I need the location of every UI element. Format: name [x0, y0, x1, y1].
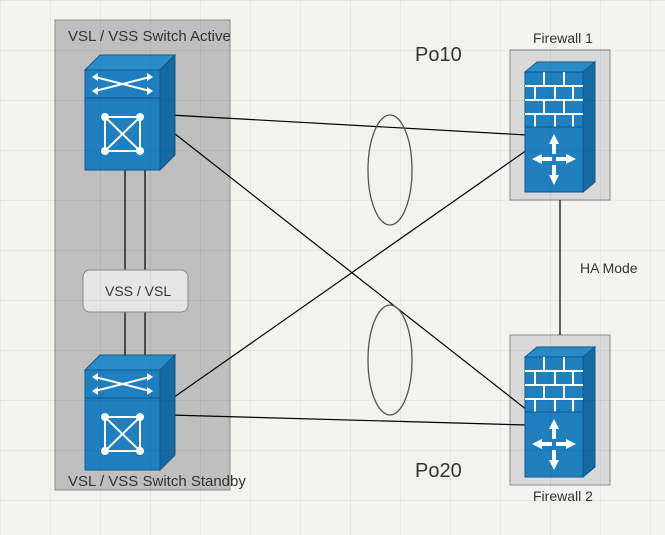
- switch-active-icon: [85, 55, 175, 170]
- diagram-canvas: [0, 0, 665, 535]
- firewall-1-label: Firewall 1: [533, 30, 593, 46]
- firewall-1-icon: [525, 62, 595, 192]
- switch-active-label: VSL / VSS Switch Active: [68, 28, 231, 45]
- po10-ellipse: [368, 115, 412, 225]
- firewall-2-icon: [525, 347, 595, 477]
- po20-label: Po20: [415, 460, 462, 483]
- ha-mode-label: HA Mode: [580, 260, 638, 276]
- switch-standby-label: VSL / VSS Switch Standby: [68, 473, 246, 490]
- po10-label: Po10: [415, 44, 462, 67]
- switch-standby-icon: [85, 355, 175, 470]
- firewall-2-label: Firewall 2: [533, 488, 593, 504]
- vss-vsl-label: VSS / VSL: [105, 283, 171, 299]
- po20-ellipse: [368, 305, 412, 415]
